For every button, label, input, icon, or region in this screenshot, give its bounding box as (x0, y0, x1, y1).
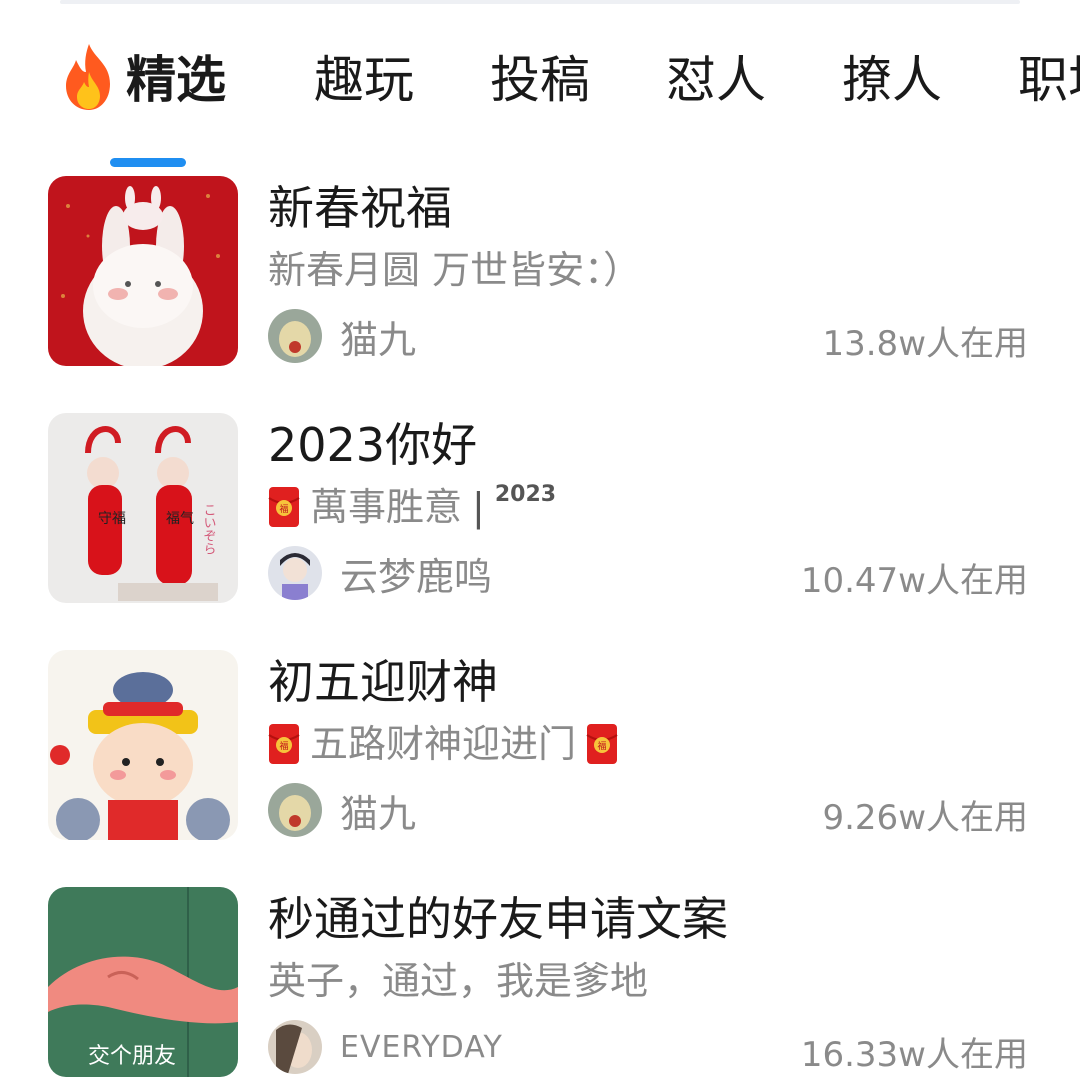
red-envelope-icon: 福 (268, 724, 300, 764)
red-envelope-icon: 福 (268, 487, 300, 527)
author[interactable]: 猫九 (268, 780, 416, 840)
item-subtitle: 福 五路财神迎进门 福 (268, 718, 618, 770)
top-divider (60, 0, 1020, 4)
avatar (268, 309, 322, 363)
author[interactable]: EVERYDAY (268, 1017, 503, 1077)
author-name: 猫九 (340, 791, 417, 836)
usage-count: 16.33w人在用 (800, 1035, 1028, 1075)
tab-workplace[interactable]: 职场 (1018, 40, 1080, 120)
svg-text:福: 福 (279, 503, 288, 515)
item-title: 初五迎财神 (268, 655, 498, 709)
svg-text:守福: 守福 (98, 511, 126, 527)
avatar (268, 783, 322, 837)
item-subtitle-text: 英子，通过，我是爹地 (268, 959, 649, 1003)
list-item[interactable]: 初五迎财神 福 五路财神迎进门 福 猫九 9.26w人在用 (0, 650, 1080, 850)
red-envelope-icon: 福 (586, 724, 618, 764)
subtitle-separator: | (472, 485, 485, 529)
item-title: 2023你好 (268, 418, 478, 472)
list-item[interactable]: 守福 福气 こいぞら 2023你好 福 萬事胜意 | 2023 云梦鹿鸣 10.… (0, 413, 1080, 613)
author-name: 云梦鹿鸣 (340, 554, 493, 599)
couplet-thumbnail: 守福 福气 こいぞら (48, 413, 238, 603)
tab-fun[interactable]: 趣玩 (314, 40, 414, 120)
item-subtitle: 新春月圆 万世皆安：） (268, 244, 641, 296)
list-item[interactable]: 交个朋友 秒通过的好友申请文案 英子，通过，我是爹地 EVERYDAY 16.3… (0, 887, 1080, 1087)
item-title: 秒通过的好友申请文案 (268, 892, 728, 946)
usage-count: 13.8w人在用 (822, 324, 1028, 364)
active-tab-indicator (110, 158, 186, 167)
thumb-caption: 交个朋友 (88, 1044, 176, 1069)
usage-count: 9.26w人在用 (822, 798, 1028, 838)
author-name: 猫九 (340, 317, 417, 362)
item-subtitle-text: 五路财神迎进门 (310, 722, 577, 766)
avatar (268, 546, 322, 600)
author-name: EVERYDAY (340, 1029, 503, 1065)
item-subtitle-text: 新春月圆 万世皆安：） (268, 248, 642, 292)
svg-text:福: 福 (279, 740, 288, 752)
tab-submit[interactable]: 投稿 (490, 40, 590, 120)
list-item[interactable]: 新春祝福 新春月圆 万世皆安：） 猫九 13.8w人在用 (0, 176, 1080, 376)
avatar (268, 1020, 322, 1074)
rabbit-thumbnail (48, 176, 238, 366)
item-subtitle: 英子，通过，我是爹地 (268, 955, 648, 1007)
item-subtitle-text: 萬事胜意 (310, 485, 463, 529)
tab-roast[interactable]: 怼人 (666, 40, 766, 120)
svg-text:こいぞら: こいぞら (201, 503, 217, 555)
svg-text:福气: 福气 (166, 511, 194, 527)
tab-featured[interactable]: 精选 (126, 40, 226, 120)
usage-count: 10.47w人在用 (800, 561, 1028, 601)
tab-flirt[interactable]: 撩人 (842, 40, 942, 120)
svg-text:福: 福 (598, 740, 607, 752)
patrick-hand-thumbnail: 交个朋友 (48, 887, 238, 1077)
item-subtitle: 福 萬事胜意 | 2023 (268, 481, 556, 533)
category-tabs: 精选 趣玩 投稿 怼人 撩人 职场 (0, 40, 1080, 167)
subtitle-tag: 2023 (494, 482, 557, 507)
author[interactable]: 云梦鹿鸣 (268, 543, 492, 603)
author[interactable]: 猫九 (268, 306, 416, 366)
fortune-god-thumbnail (48, 650, 238, 840)
fire-icon (66, 44, 110, 110)
item-title: 新春祝福 (268, 181, 452, 235)
